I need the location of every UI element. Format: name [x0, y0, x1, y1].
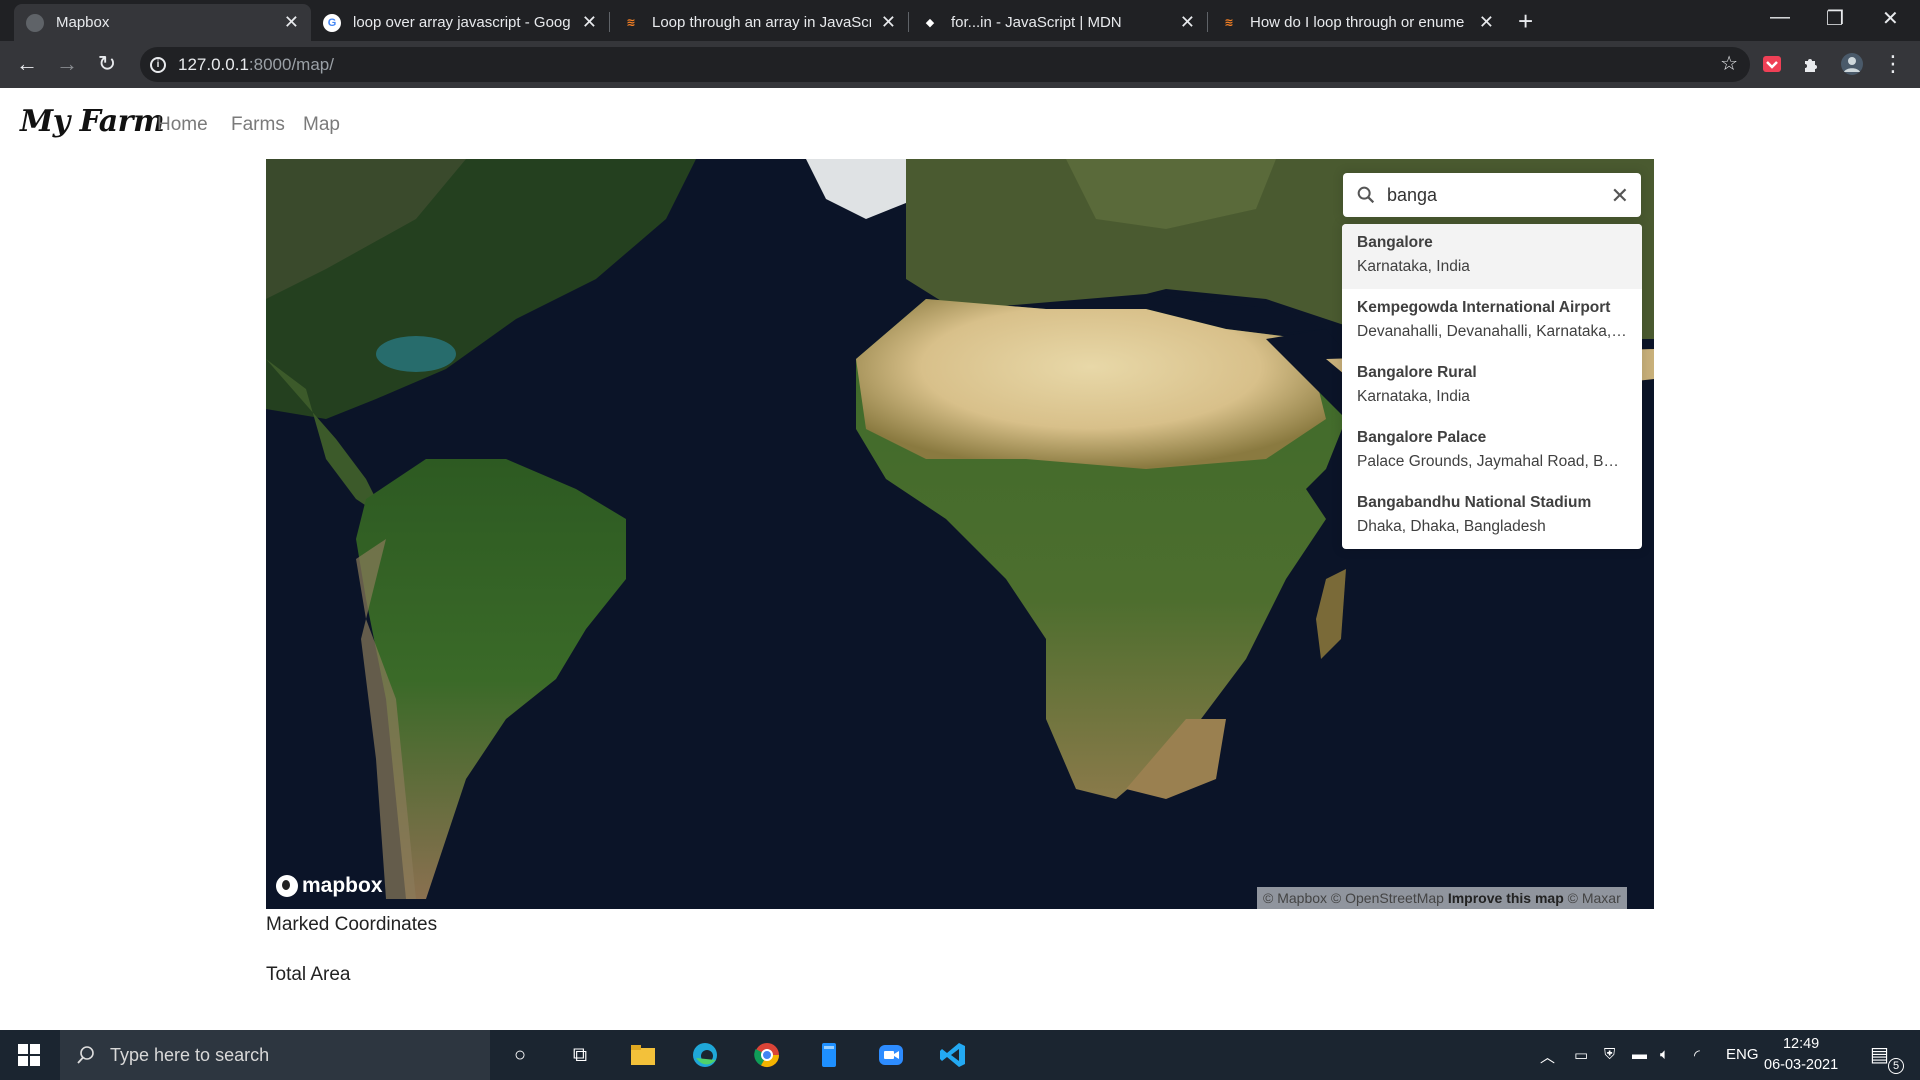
edge-browser-icon[interactable] — [690, 1040, 720, 1070]
show-hidden-icons-icon[interactable]: ︿ — [1540, 1046, 1555, 1067]
suggestion-name: Bangalore Palace — [1357, 429, 1487, 446]
address-bar[interactable]: i 127.0.0.1:8000/map/ ☆ — [140, 47, 1750, 82]
total-area-label: Total Area — [266, 964, 351, 985]
battery-icon[interactable]: ▬ — [1632, 1046, 1647, 1063]
close-tab-icon[interactable]: ✕ — [881, 12, 896, 33]
notepad-app-icon[interactable] — [814, 1040, 844, 1070]
attribution-mapbox-link[interactable]: © Mapbox — [1263, 890, 1327, 906]
close-tab-icon[interactable]: ✕ — [284, 12, 299, 33]
forward-arrow-icon[interactable]: → — [52, 49, 82, 79]
mapbox-logo-icon — [276, 875, 298, 897]
tab-stackoverflow-2[interactable]: ≋ How do I loop through or enume ✕ — [1208, 4, 1506, 41]
back-arrow-icon[interactable]: ← — [12, 49, 42, 79]
attribution-maxar-link[interactable]: © Maxar — [1568, 890, 1621, 906]
nav-link-map[interactable]: Map — [303, 114, 340, 136]
suggestion-item[interactable]: Kempegowda International Airport Devanah… — [1342, 289, 1642, 354]
geocoder-suggestions: Bangalore Karnataka, India Kempegowda In… — [1342, 224, 1642, 549]
pocket-extension-icon[interactable] — [1760, 52, 1784, 76]
brand-logo[interactable]: My Farm — [20, 104, 165, 139]
site-info-icon[interactable]: i — [150, 56, 166, 73]
suggestion-address: Karnataka, India — [1357, 258, 1470, 275]
clear-search-icon[interactable]: ✕ — [1611, 183, 1629, 209]
windows-taskbar: Type here to search ○ ⧉ ︿ ▭ ⛨ ▬ 🔈︎ ◜ ENG… — [0, 1030, 1920, 1080]
clock-date: 06-03-2021 — [1764, 1057, 1839, 1073]
new-tab-button[interactable]: + — [1518, 6, 1533, 37]
tab-title: Mapbox — [56, 14, 110, 31]
cortana-icon[interactable]: ○ — [505, 1040, 535, 1070]
tab-title: loop over array javascript - Goog — [353, 14, 571, 31]
nav-link-farms[interactable]: Farms — [231, 114, 285, 136]
minimize-window-icon[interactable]: — — [1770, 6, 1790, 29]
bookmark-star-icon[interactable]: ☆ — [1720, 51, 1738, 76]
input-language[interactable]: ENG — [1726, 1046, 1759, 1063]
taskbar-search-placeholder: Type here to search — [110, 1044, 270, 1065]
tab-title: for...in - JavaScript | MDN — [951, 14, 1122, 31]
taskbar-search-icon — [77, 1046, 94, 1064]
stackoverflow-favicon-icon: ≋ — [626, 17, 636, 29]
system-clock[interactable]: 12:49 06-03-2021 — [1764, 1034, 1838, 1076]
notification-count-badge: 5 — [1888, 1058, 1904, 1074]
suggestion-name: Bangalore Rural — [1357, 364, 1477, 381]
attribution-osm-link[interactable]: © OpenStreetMap — [1331, 890, 1444, 906]
suggestion-name: Kempegowda International Airport — [1357, 299, 1611, 316]
mapbox-favicon-icon — [26, 13, 44, 32]
meet-now-icon[interactable]: ▭ — [1574, 1046, 1588, 1064]
windows-start-icon[interactable] — [18, 1044, 40, 1066]
browser-menu-icon[interactable]: ⋮ — [1878, 49, 1908, 79]
tab-title: How do I loop through or enume — [1250, 14, 1465, 31]
mdn-favicon-icon: ◆ — [925, 17, 935, 29]
suggestion-item[interactable]: Bangabandhu National Stadium Dhaka, Dhak… — [1342, 484, 1642, 549]
map-attribution: © Mapbox © OpenStreetMap Improve this ma… — [1257, 887, 1627, 909]
chrome-browser-icon[interactable] — [752, 1040, 782, 1070]
suggestion-name: Bangabandhu National Stadium — [1357, 494, 1592, 511]
close-tab-icon[interactable]: ✕ — [1180, 12, 1195, 33]
suggestion-item[interactable]: Bangalore Palace Palace Grounds, Jaymaha… — [1342, 419, 1642, 484]
taskbar-search-box[interactable]: Type here to search — [60, 1030, 490, 1080]
stackoverflow-favicon-icon: ≋ — [1224, 17, 1234, 29]
address-path: :8000/map/ — [248, 54, 334, 74]
mapbox-logo[interactable]: mapbox — [276, 874, 383, 898]
suggestion-item[interactable]: Bangalore Karnataka, India — [1342, 224, 1642, 289]
improve-map-link[interactable]: Improve this map — [1448, 890, 1564, 906]
volume-icon[interactable]: 🔈︎ — [1660, 1046, 1669, 1063]
profile-avatar-icon[interactable] — [1840, 52, 1864, 76]
action-center-icon[interactable]: ▤ — [1870, 1042, 1889, 1067]
suggestion-address: Palace Grounds, Jaymahal Road, Bangalore… — [1357, 453, 1627, 470]
task-view-icon[interactable]: ⧉ — [565, 1040, 595, 1070]
file-explorer-icon[interactable] — [628, 1040, 658, 1070]
google-favicon-icon: G — [323, 13, 341, 32]
clock-time: 12:49 — [1782, 1036, 1820, 1052]
suggestion-item[interactable]: Bangalore Rural Karnataka, India — [1342, 354, 1642, 419]
security-icon[interactable]: ⛨ — [1604, 1046, 1615, 1063]
tab-mapbox[interactable]: Mapbox ✕ — [14, 4, 311, 41]
zoom-app-icon[interactable] — [876, 1040, 906, 1070]
browser-tab-strip: Mapbox ✕ G loop over array javascript - … — [0, 0, 1920, 41]
reload-icon[interactable]: ↻ — [92, 49, 122, 79]
close-window-icon[interactable]: ✕ — [1882, 6, 1899, 31]
tab-mdn[interactable]: ◆ for...in - JavaScript | MDN ✕ — [909, 4, 1207, 41]
mapbox-logo-text: mapbox — [302, 874, 383, 897]
suggestion-name: Bangalore — [1357, 234, 1433, 251]
nav-link-home[interactable]: Home — [157, 114, 208, 136]
geocoder-search-box: ✕ — [1343, 173, 1641, 217]
search-icon — [1357, 186, 1375, 204]
wifi-icon[interactable]: ◜ — [1694, 1046, 1700, 1064]
suggestion-address: Karnataka, India — [1357, 388, 1470, 405]
browser-toolbar: ← → ↻ i 127.0.0.1:8000/map/ ☆ ⋮ — [0, 41, 1920, 88]
suggestion-address: Devanahalli, Devanahalli, Karnataka, Ind… — [1357, 323, 1627, 340]
site-navbar: My Farm Home Farms Map — [0, 88, 1920, 158]
address-host: 127.0.0.1 — [178, 54, 249, 74]
vscode-app-icon[interactable] — [938, 1040, 968, 1070]
marked-coordinates-label: Marked Coordinates — [266, 914, 438, 935]
close-tab-icon[interactable]: ✕ — [582, 12, 597, 33]
extensions-puzzle-icon[interactable] — [1800, 52, 1824, 76]
tab-stackoverflow-1[interactable]: ≋ Loop through an array in JavaScr ✕ — [610, 4, 908, 41]
tab-title: Loop through an array in JavaScr — [652, 14, 871, 31]
suggestion-address: Dhaka, Dhaka, Bangladesh — [1357, 518, 1546, 535]
tab-google-search[interactable]: G loop over array javascript - Goog ✕ — [311, 4, 609, 41]
close-tab-icon[interactable]: ✕ — [1479, 12, 1494, 33]
geocoder-search-input[interactable] — [1387, 184, 1607, 206]
restore-window-icon[interactable]: ❐ — [1826, 6, 1844, 31]
